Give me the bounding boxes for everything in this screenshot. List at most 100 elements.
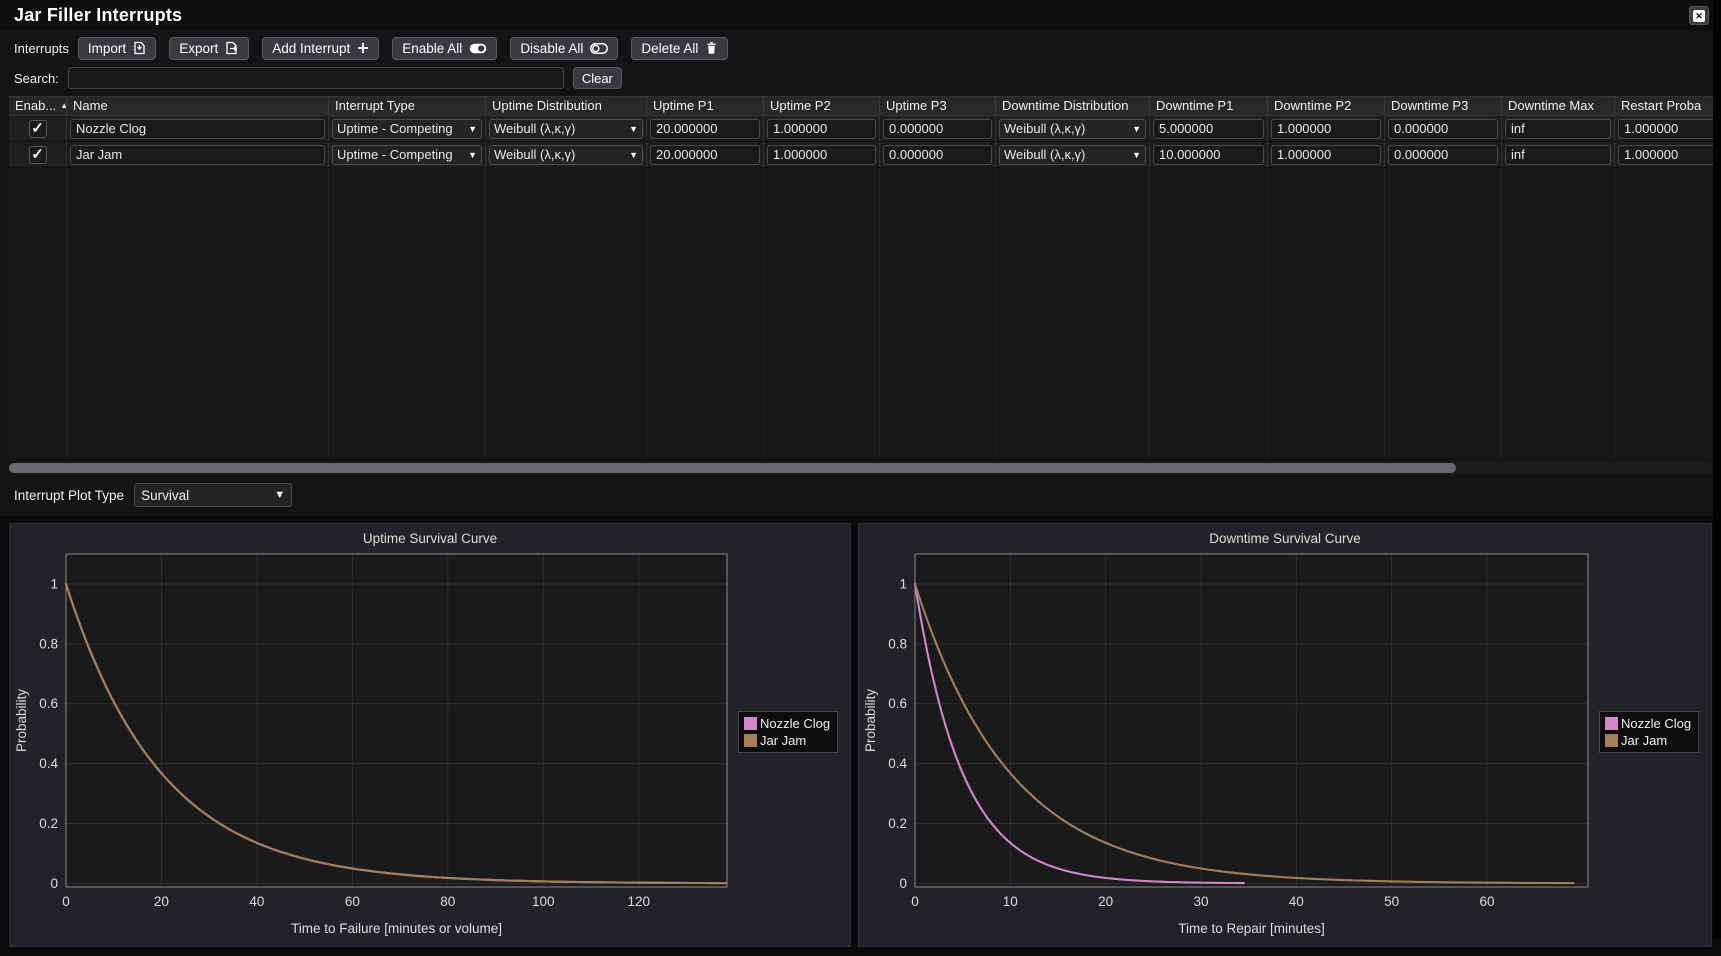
table-header-row: Enab... ▲ Name Interrupt Type Uptime Dist…: [9, 96, 1713, 116]
restart-probability-field[interactable]: 1.000000: [1618, 119, 1713, 139]
enabled-checkbox[interactable]: ✓: [29, 120, 47, 138]
downtime-distribution-dropdown[interactable]: Weibull (λ,κ,γ)▼: [999, 119, 1146, 139]
plot-type-value: Survival: [141, 488, 274, 503]
svg-text:0: 0: [911, 894, 919, 909]
svg-text:0.8: 0.8: [39, 636, 58, 651]
downtime-max-field[interactable]: inf: [1505, 119, 1611, 139]
legend-label: Jar Jam: [1621, 733, 1667, 748]
delete-all-button[interactable]: Delete All: [631, 37, 728, 60]
search-clear-button[interactable]: Clear: [573, 67, 622, 89]
chevron-down-icon: ▼: [468, 124, 477, 134]
legend-label: Nozzle Clog: [1621, 716, 1691, 731]
plot-type-dropdown[interactable]: Survival ▼: [134, 483, 292, 507]
interrupt-type-dropdown[interactable]: Uptime - Competing▼: [332, 119, 482, 139]
dropdown-value: Weibull (λ,κ,γ): [494, 121, 626, 136]
name-field[interactable]: Nozzle Clog: [70, 119, 325, 139]
column-header-uptime-distribution[interactable]: Uptime Distribution: [486, 97, 647, 115]
column-header-uptime-p2[interactable]: Uptime P2: [764, 97, 880, 115]
plot-type-row: Interrupt Plot Type Survival ▼: [0, 474, 1721, 508]
search-input[interactable]: [68, 67, 564, 89]
downtime-p3-field[interactable]: 0.000000: [1388, 119, 1498, 139]
column-header-uptime-p3[interactable]: Uptime P3: [880, 97, 996, 115]
interrupt-type-dropdown[interactable]: Uptime - Competing▼: [332, 145, 482, 165]
chart-legend: Nozzle ClogJar Jam: [738, 711, 838, 753]
horizontal-scrollbar[interactable]: [9, 462, 1713, 474]
close-icon: ✕: [1693, 10, 1705, 22]
downtime-p2-field[interactable]: 1.000000: [1271, 119, 1381, 139]
plot-type-label: Interrupt Plot Type: [14, 488, 124, 503]
svg-text:Probability: Probability: [863, 689, 878, 752]
column-header-downtime-distribution[interactable]: Downtime Distribution: [996, 97, 1150, 115]
scrollbar-thumb[interactable]: [9, 463, 1456, 473]
uptime-distribution-dropdown[interactable]: Weibull (λ,κ,γ)▼: [489, 145, 643, 165]
svg-text:Time to Repair [minutes]: Time to Repair [minutes]: [1178, 921, 1325, 936]
uptime-p2-field[interactable]: 1.000000: [767, 119, 876, 139]
column-header-interrupt-type[interactable]: Interrupt Type: [329, 97, 486, 115]
svg-text:50: 50: [1384, 894, 1399, 909]
column-header-enabled[interactable]: Enab... ▲: [9, 97, 67, 115]
downtime-distribution-dropdown[interactable]: Weibull (λ,κ,γ)▼: [999, 145, 1146, 165]
table-empty-area: [9, 168, 1713, 458]
disable-all-button[interactable]: Disable All: [510, 37, 618, 60]
table-row: ✓ Jar Jam Uptime - Competing▼ Weibull (λ…: [9, 142, 1713, 168]
toolbar-label: Interrupts: [14, 41, 69, 56]
name-field[interactable]: Jar Jam: [70, 145, 325, 165]
column-header-downtime-p1[interactable]: Downtime P1: [1150, 97, 1268, 115]
column-header-downtime-p2[interactable]: Downtime P2: [1268, 97, 1385, 115]
search-row: Search: Clear: [0, 60, 1721, 90]
svg-text:120: 120: [627, 894, 650, 909]
svg-text:0.6: 0.6: [39, 696, 58, 711]
enable-all-button-label: Enable All: [402, 41, 462, 56]
disable-all-button-label: Disable All: [520, 41, 583, 56]
add-interrupt-button-label: Add Interrupt: [272, 41, 350, 56]
downtime-p3-field[interactable]: 0.000000: [1388, 145, 1498, 165]
column-header-name[interactable]: Name: [67, 97, 329, 115]
downtime-p1-field[interactable]: 10.000000: [1153, 145, 1264, 165]
svg-text:0.6: 0.6: [888, 696, 907, 711]
column-header-restart-probability[interactable]: Restart Proba: [1615, 97, 1713, 115]
svg-text:0: 0: [899, 876, 907, 891]
downtime-p1-field[interactable]: 5.000000: [1153, 119, 1264, 139]
chevron-down-icon: ▼: [629, 124, 638, 134]
uptime-p1-field[interactable]: 20.000000: [650, 119, 760, 139]
charts-section: Uptime Survival Curve 02040608010012000.…: [0, 516, 1721, 956]
svg-text:80: 80: [440, 894, 455, 909]
restart-probability-field[interactable]: 1.000000: [1618, 145, 1713, 165]
enable-all-button[interactable]: Enable All: [392, 37, 497, 60]
chart-canvas: 02040608010012000.20.40.60.81Time to Fai…: [10, 524, 850, 946]
interrupts-table: Enab... ▲ Name Interrupt Type Uptime Dist…: [9, 96, 1713, 458]
add-interrupt-button[interactable]: Add Interrupt: [262, 37, 379, 60]
sort-ascending-icon: ▲: [60, 101, 67, 110]
enabled-checkbox[interactable]: ✓: [29, 146, 47, 164]
downtime-p2-field[interactable]: 1.000000: [1271, 145, 1381, 165]
column-header-label: Enab...: [15, 98, 56, 113]
trash-icon: [705, 41, 718, 55]
toggle-on-icon: [469, 42, 487, 55]
uptime-survival-chart: Uptime Survival Curve 02040608010012000.…: [9, 523, 851, 947]
dropdown-value: Uptime - Competing: [337, 121, 465, 136]
svg-text:0.4: 0.4: [39, 756, 58, 771]
dropdown-value: Uptime - Competing: [337, 147, 465, 162]
svg-text:20: 20: [1098, 894, 1113, 909]
uptime-p2-field[interactable]: 1.000000: [767, 145, 876, 165]
column-header-uptime-p1[interactable]: Uptime P1: [647, 97, 764, 115]
downtime-max-field[interactable]: inf: [1505, 145, 1611, 165]
svg-text:Probability: Probability: [14, 689, 29, 752]
close-button[interactable]: ✕: [1689, 6, 1709, 25]
export-button[interactable]: Export: [169, 37, 249, 60]
uptime-p3-field[interactable]: 0.000000: [883, 145, 992, 165]
svg-text:100: 100: [532, 894, 555, 909]
search-label: Search:: [14, 71, 59, 86]
chevron-down-icon: ▼: [274, 489, 285, 501]
uptime-p1-field[interactable]: 20.000000: [650, 145, 760, 165]
import-button[interactable]: Import: [78, 37, 156, 60]
delete-all-button-label: Delete All: [641, 41, 698, 56]
dropdown-value: Weibull (λ,κ,γ): [1004, 147, 1129, 162]
svg-text:0.2: 0.2: [39, 816, 58, 831]
uptime-p3-field[interactable]: 0.000000: [883, 119, 992, 139]
column-header-downtime-p3[interactable]: Downtime P3: [1385, 97, 1502, 115]
column-header-downtime-max[interactable]: Downtime Max: [1502, 97, 1615, 115]
legend-swatch: [744, 734, 757, 747]
legend-item: Jar Jam: [744, 733, 830, 748]
uptime-distribution-dropdown[interactable]: Weibull (λ,κ,γ)▼: [489, 119, 643, 139]
